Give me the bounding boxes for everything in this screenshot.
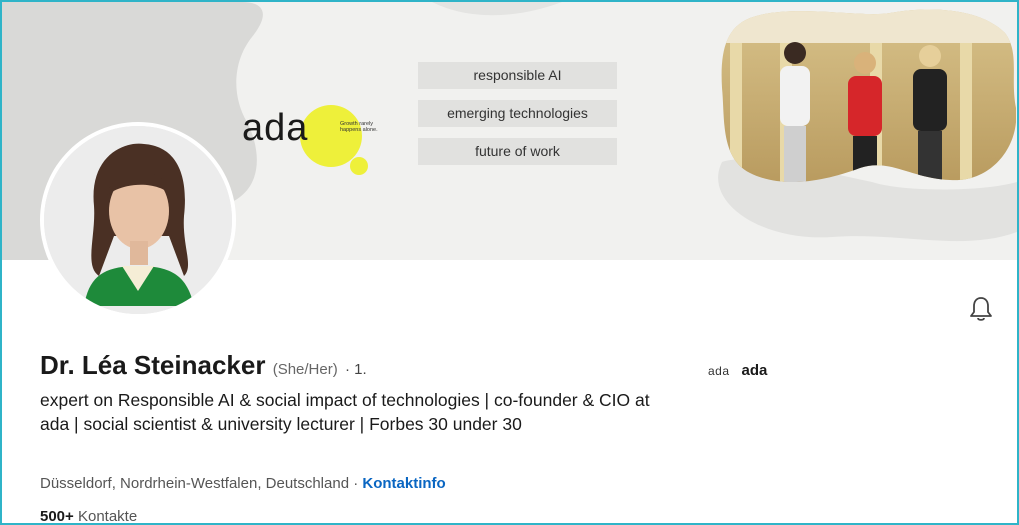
banner-tag-responsible-ai: responsible AI	[418, 62, 617, 89]
banner-tag-future-of-work: future of work	[418, 138, 617, 165]
company-logo: ada	[708, 363, 730, 378]
profile-card: ada Growth rarely happens alone. respons…	[0, 0, 1019, 525]
bell-icon	[970, 297, 992, 321]
profile-avatar[interactable]	[40, 122, 236, 318]
banner-photo	[721, 9, 1016, 183]
location-separator: ·	[353, 475, 359, 492]
notification-bell-button[interactable]	[966, 294, 996, 324]
connections-count: 500+	[40, 508, 74, 525]
profile-pronouns: (She/Her)	[272, 361, 338, 378]
banner-logo-tagline: Growth rarely happens alone.	[340, 121, 378, 133]
profile-location-line: Düsseldorf, Nordrhein-Westfalen, Deutsch…	[40, 475, 446, 492]
connection-degree: · 1.	[344, 361, 367, 378]
connections-count-link[interactable]: 500+ Kontakte	[40, 508, 138, 525]
contact-info-link[interactable]: Kontaktinfo	[362, 475, 445, 492]
ada-banner-logo: ada Growth rarely happens alone.	[240, 105, 400, 175]
profile-location: Düsseldorf, Nordrhein-Westfalen, Deutsch…	[40, 475, 350, 492]
company-name: ada	[741, 362, 768, 379]
banner-tag-emerging-technologies: emerging technologies	[418, 100, 617, 127]
profile-name: Dr. Léa Steinacker	[40, 350, 266, 380]
banner-logo-text: ada	[242, 107, 309, 149]
connections-label: Kontakte	[77, 508, 138, 525]
profile-name-line: Dr. Léa Steinacker (She/Her) · 1.	[40, 350, 367, 381]
avatar-portrait	[44, 126, 232, 314]
current-company-link[interactable]: ada ada	[708, 362, 767, 379]
profile-headline: expert on Responsible AI & social impact…	[40, 390, 650, 434]
